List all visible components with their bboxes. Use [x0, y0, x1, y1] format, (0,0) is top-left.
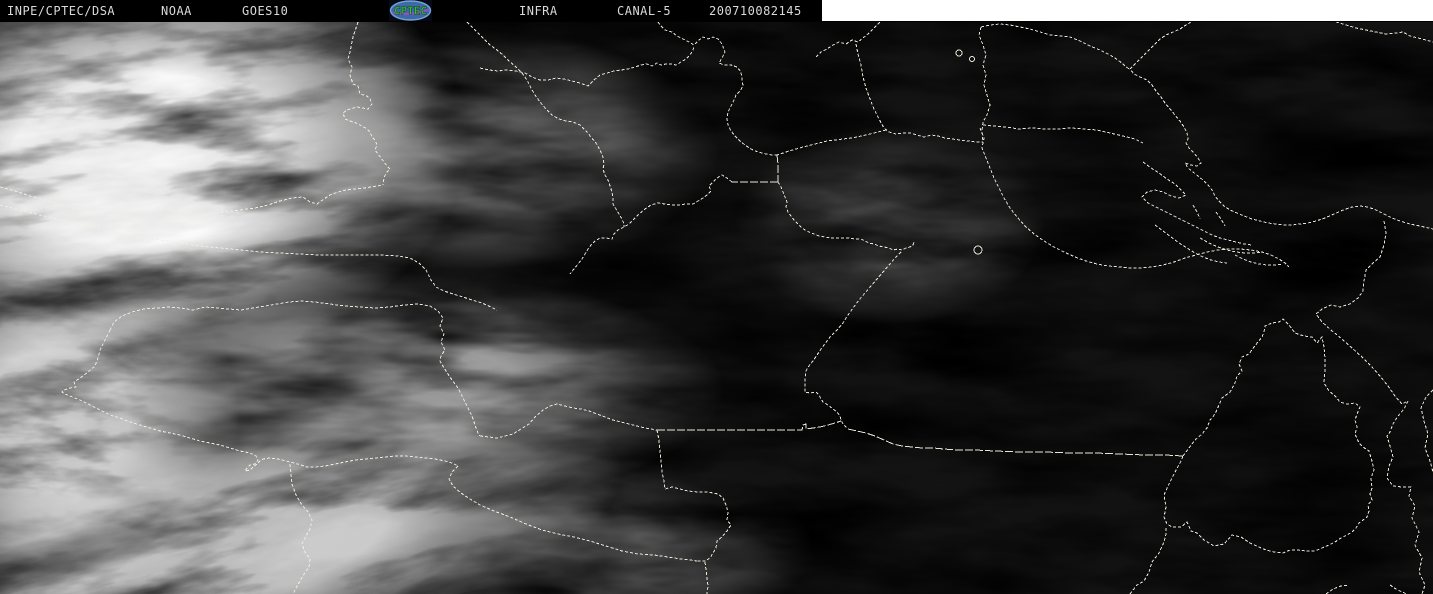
noaa-label: NOAA: [161, 4, 192, 18]
cloud-layer: [0, 0, 1433, 594]
goes-infrared-map: [0, 0, 1433, 594]
agency-label: INPE/CPTEC/DSA: [7, 4, 116, 18]
timestamp-label: 200710082145: [709, 4, 802, 18]
header-white-strip: [822, 0, 1433, 21]
satellite-image-viewport: INPE/CPTEC/DSA NOAA GOES10 INFRA CANAL-5…: [0, 0, 1433, 594]
band-label: INFRA: [519, 4, 558, 18]
channel-label: CANAL-5: [617, 4, 672, 18]
cptec-logo-icon: CPTEC: [389, 0, 432, 21]
cloud-speckle-field: [0, 22, 1433, 594]
satellite-label: GOES10: [242, 4, 289, 18]
logo-text: CPTEC: [394, 5, 427, 18]
header-bar: INPE/CPTEC/DSA NOAA GOES10 INFRA CANAL-5…: [0, 0, 1433, 22]
